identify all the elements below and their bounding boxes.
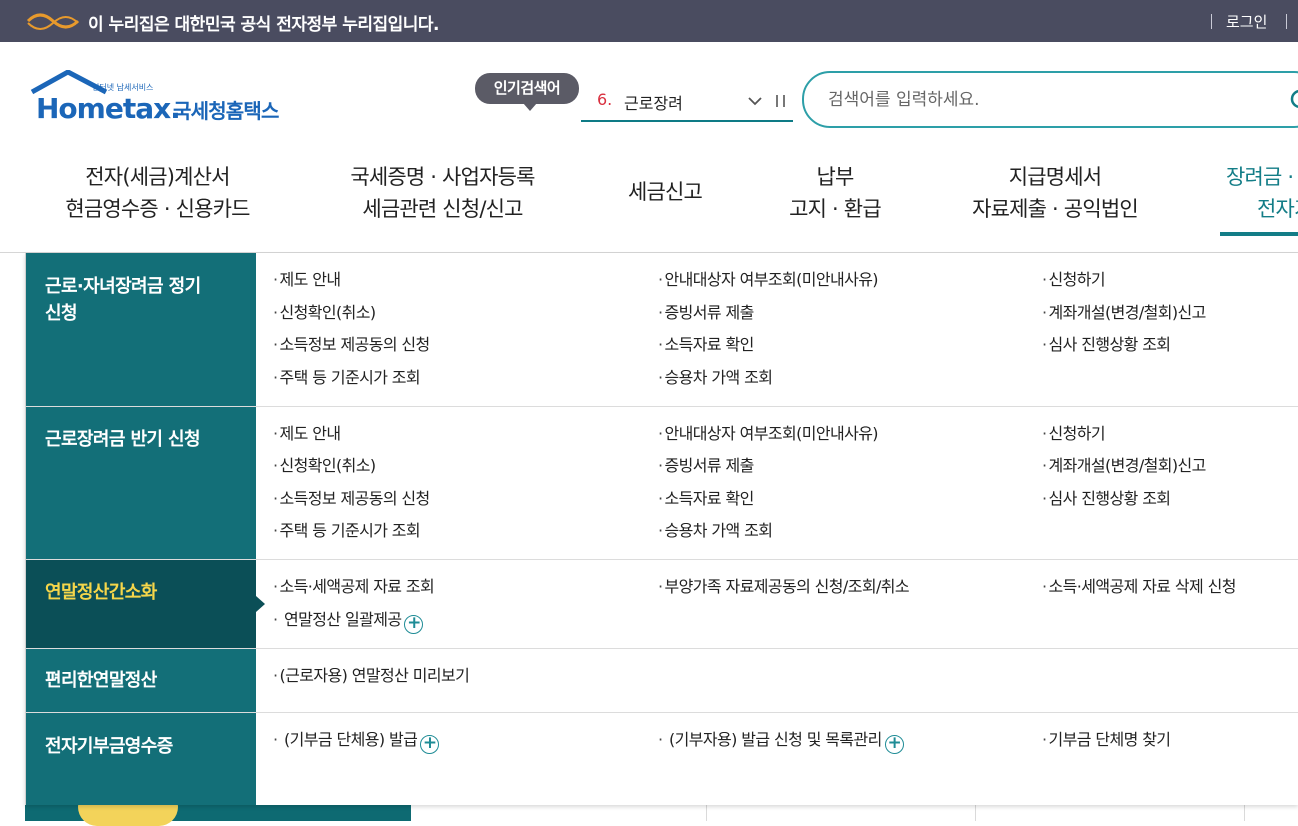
menu-link[interactable]: 심사 진행상황 조회 xyxy=(1042,334,1172,356)
menu-link[interactable]: 승용차 가액 조회 xyxy=(658,367,773,389)
search-input[interactable] xyxy=(828,87,1278,113)
menu-link-label: (기부자용) 발급 신청 및 목록관리 xyxy=(669,730,882,749)
menu-link-label: (기부금 단체용) 발급 xyxy=(284,730,418,749)
keyword-rank: 6. xyxy=(597,90,613,109)
menu-section-title[interactable]: 근로·자녀장려금 정기신청 xyxy=(26,253,256,406)
hometax-logo[interactable]: 인터넷 납세서비스 Hometax. 국세청홈택스 xyxy=(28,69,298,132)
menu-link-label: 연말정산 일괄제공 xyxy=(284,610,402,629)
menu-section-title[interactable]: 전자기부금영수증 xyxy=(26,713,256,805)
menu-row-yearend-simplified: 연말정산간소화 소득·세액공제 자료 조회 부양가족 자료제공동의 신청/조회/… xyxy=(26,560,1298,649)
nav-label: 장려금 · 연말정산 xyxy=(1226,165,1298,189)
gov-banner-text: 이 누리집은 대한민국 공식 전자정부 누리집입니다. xyxy=(88,15,440,35)
menu-link[interactable]: 승용차 가액 조회 xyxy=(658,520,773,542)
gov-emblem-icon xyxy=(26,13,80,30)
menu-link[interactable]: 신청확인(취소) xyxy=(273,302,377,324)
menu-link[interactable]: 소득자료 확인 xyxy=(658,334,755,356)
nav-tax-return[interactable]: 세금신고 xyxy=(605,176,725,208)
divider xyxy=(1244,804,1245,821)
nav-incentive-yearend[interactable]: 장려금 · 연말정산 전자기부금 xyxy=(1226,161,1298,225)
divider xyxy=(1286,14,1287,29)
gov-banner: 이 누리집은 대한민국 공식 전자정부 누리집입니다. 로그인 xyxy=(0,0,1298,42)
nav-certificates[interactable]: 국세증명 · 사업자등록 세금관련 신청/신고 xyxy=(325,161,560,225)
nav-label: 납부 xyxy=(816,165,854,189)
divider xyxy=(706,804,707,821)
logo-tagline: 인터넷 납세서비스 xyxy=(92,82,153,92)
menu-link-expandable[interactable]: (기부금 단체용) 발급+ xyxy=(273,729,440,754)
keyword-text[interactable]: 근로장려 xyxy=(624,90,683,114)
menu-link[interactable]: 부양가족 자료제공동의 신청/조회/취소 xyxy=(658,576,910,598)
menu-row-regular-incentive: 근로·자녀장려금 정기신청 제도 안내 안내대상자 여부조회(미안내사유) 신청… xyxy=(26,253,1298,407)
nav-payment[interactable]: 납부 고지 · 환급 xyxy=(770,161,900,225)
menu-section-title-selected[interactable]: 연말정산간소화 xyxy=(26,560,265,648)
nav-active-indicator xyxy=(1220,232,1298,236)
plus-icon[interactable]: + xyxy=(884,735,904,754)
nav-e-invoice[interactable]: 전자(세금)계산서 현금영수증 · 신용카드 xyxy=(45,161,270,225)
menu-link[interactable]: 신청확인(취소) xyxy=(273,455,377,477)
nav-label: 세금관련 신청/신고 xyxy=(362,197,523,221)
menu-link[interactable]: 신청하기 xyxy=(1042,423,1106,445)
menu-row-convenient-yearend: 편리한연말정산 (근로자용) 연말정산 미리보기 xyxy=(26,649,1298,713)
divider xyxy=(1211,14,1212,29)
menu-link[interactable]: 증빙서류 제출 xyxy=(658,455,755,477)
menu-link[interactable]: 계좌개설(변경/철회)신고 xyxy=(1042,302,1207,324)
nav-label: 세금신고 xyxy=(627,180,703,204)
nav-label: 국세증명 · 사업자등록 xyxy=(350,165,535,189)
login-link[interactable]: 로그인 xyxy=(1226,11,1267,32)
pause-icon[interactable] xyxy=(774,93,788,109)
nav-label: 전자기부금 xyxy=(1257,197,1298,221)
menu-link[interactable]: 제도 안내 xyxy=(273,269,342,291)
menu-link[interactable]: 소득·세액공제 자료 삭제 신청 xyxy=(1042,576,1237,598)
menu-link[interactable]: 안내대상자 여부조회(미안내사유) xyxy=(658,269,879,291)
selected-arrow-icon xyxy=(256,596,265,612)
menu-link[interactable]: 안내대상자 여부조회(미안내사유) xyxy=(658,423,879,445)
divider xyxy=(975,804,976,821)
menu-link-expandable[interactable]: 연말정산 일괄제공+ xyxy=(273,609,424,634)
nav-label: 현금영수증 · 신용카드 xyxy=(65,197,250,221)
nav-label: 자료제출 · 공익법인 xyxy=(972,197,1139,221)
menu-link[interactable]: 주택 등 기준시가 조회 xyxy=(273,520,421,542)
search-box xyxy=(802,71,1298,128)
nav-label: 전자(세금)계산서 xyxy=(85,165,230,189)
mega-menu-panel: 근로·자녀장려금 정기신청 제도 안내 안내대상자 여부조회(미안내사유) 신청… xyxy=(25,253,1298,805)
menu-link[interactable]: 계좌개설(변경/철회)신고 xyxy=(1042,455,1207,477)
menu-link[interactable]: 소득정보 제공동의 신청 xyxy=(273,334,431,356)
logo-name: 국세청홈택스 xyxy=(173,99,279,123)
menu-link[interactable]: 기부금 단체명 찾기 xyxy=(1042,729,1172,751)
menu-row-half-year-incentive: 근로장려금 반기 신청 제도 안내 안내대상자 여부조회(미안내사유) 신청하기… xyxy=(26,407,1298,560)
search-icon[interactable] xyxy=(1290,89,1298,113)
menu-link[interactable]: 소득·세액공제 자료 조회 xyxy=(273,576,435,598)
menu-row-e-donation-receipt: 전자기부금영수증 (기부금 단체용) 발급+ (기부자용) 발급 신청 및 목록… xyxy=(26,713,1298,805)
menu-link[interactable]: (근로자용) 연말정산 미리보기 xyxy=(273,665,470,687)
menu-link[interactable]: 소득정보 제공동의 신청 xyxy=(273,488,431,510)
popular-search-badge: 인기검색어 xyxy=(475,73,579,111)
chevron-down-icon[interactable] xyxy=(747,93,763,109)
menu-section-label: 연말정산간소화 xyxy=(45,582,157,603)
menu-link-expandable[interactable]: (기부자용) 발급 신청 및 목록관리+ xyxy=(658,729,904,754)
menu-link[interactable]: 신청하기 xyxy=(1042,269,1106,291)
menu-link[interactable]: 소득자료 확인 xyxy=(658,488,755,510)
menu-link[interactable]: 주택 등 기준시가 조회 xyxy=(273,367,421,389)
menu-section-title[interactable]: 근로장려금 반기 신청 xyxy=(26,407,256,559)
menu-link[interactable]: 심사 진행상황 조회 xyxy=(1042,488,1172,510)
menu-link[interactable]: 제도 안내 xyxy=(273,423,342,445)
menu-link[interactable]: 증빙서류 제출 xyxy=(658,302,755,324)
menu-section-title[interactable]: 편리한연말정산 xyxy=(26,649,256,712)
nav-label: 지급명세서 xyxy=(1008,165,1102,189)
popular-keyword-ticker[interactable]: 6. 근로장려 xyxy=(581,84,793,122)
plus-icon[interactable]: + xyxy=(404,615,424,634)
plus-icon[interactable]: + xyxy=(420,735,440,754)
nav-label: 고지 · 환급 xyxy=(789,197,882,221)
logo-brand: Hometax. xyxy=(36,92,181,125)
nav-payment-statement[interactable]: 지급명세서 자료제출 · 공익법인 xyxy=(950,161,1160,225)
